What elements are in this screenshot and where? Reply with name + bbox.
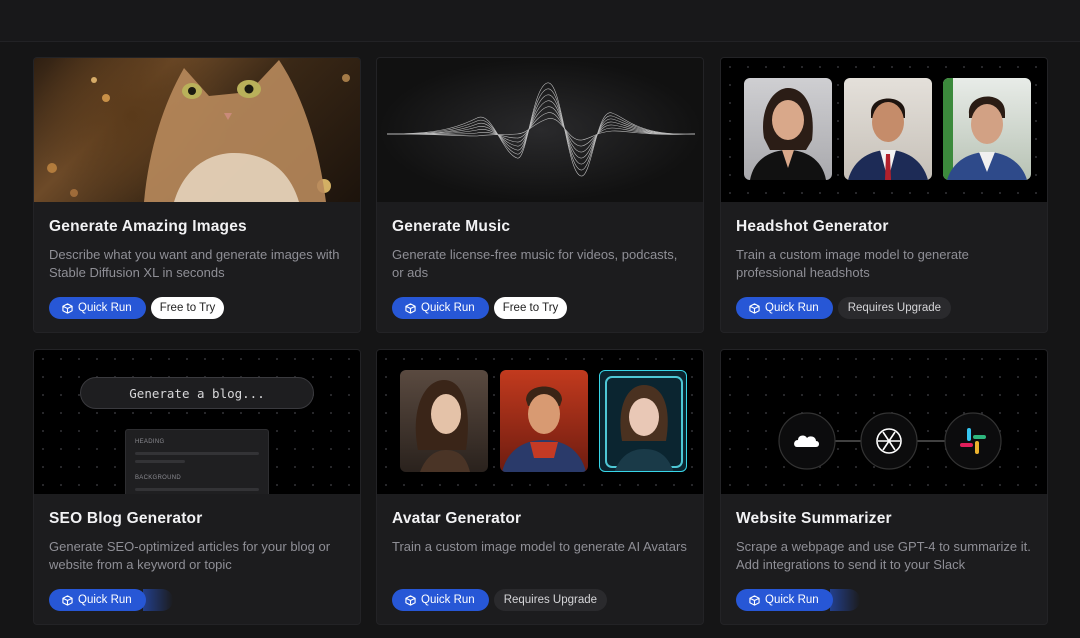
quick-run-button[interactable]: Quick Run xyxy=(736,297,833,319)
card-title: Generate Music xyxy=(392,218,511,235)
cube-icon xyxy=(405,594,416,606)
cat-image xyxy=(34,58,360,202)
top-bar xyxy=(0,0,1080,42)
free-to-try-badge: Free to Try xyxy=(493,297,568,319)
cube-icon xyxy=(749,302,760,314)
cube-icon xyxy=(62,594,73,606)
waveform-image xyxy=(377,58,703,202)
quick-run-label: Quick Run xyxy=(765,302,819,314)
outline-heading-label: HEADING xyxy=(135,439,165,445)
headshots-image xyxy=(721,58,1047,202)
quick-run-button[interactable]: Quick Run xyxy=(392,589,489,611)
quick-run-label: Quick Run xyxy=(421,594,475,606)
avatars-image xyxy=(377,350,703,494)
avatar-superhero xyxy=(500,370,588,472)
requires-upgrade-badge: Requires Upgrade xyxy=(493,589,608,611)
integrations-diagram xyxy=(721,350,1047,494)
quick-run-button[interactable]: Quick Run xyxy=(49,297,146,319)
cube-icon xyxy=(749,594,760,606)
cube-icon xyxy=(405,302,416,314)
card-avatar-generator[interactable]: Avatar Generator Train a custom image mo… xyxy=(376,349,704,625)
blog-outline-panel: HEADING BACKGROUND xyxy=(125,429,269,494)
card-description: Train a custom image model to generate p… xyxy=(736,247,969,280)
quick-run-label: Quick Run xyxy=(421,302,475,314)
free-to-try-badge: Free to Try xyxy=(150,297,225,319)
quick-run-label: Quick Run xyxy=(78,302,132,314)
quick-run-button[interactable]: Quick Run xyxy=(49,589,146,611)
card-title: Avatar Generator xyxy=(392,510,522,527)
headshot-woman xyxy=(744,78,832,180)
card-title: Generate Amazing Images xyxy=(49,218,247,235)
card-website-summarizer[interactable]: Website Summarizer Scrape a webpage and … xyxy=(720,349,1048,625)
blog-prompt-input: Generate a blog... xyxy=(80,377,314,409)
card-generate-music[interactable]: Generate Music Generate license-free mus… xyxy=(376,57,704,333)
card-description: Generate license-free music for videos, … xyxy=(392,247,678,280)
card-seo-blog-generator[interactable]: Generate a blog... HEADING BACKGROUND SE… xyxy=(33,349,361,625)
quick-run-label: Quick Run xyxy=(78,594,132,606)
blog-prompt-text: Generate a blog... xyxy=(129,385,265,401)
outline-background-label: BACKGROUND xyxy=(135,475,182,481)
cube-icon xyxy=(62,302,73,314)
requires-upgrade-badge: Requires Upgrade xyxy=(837,297,952,319)
card-description: Describe what you want and generate imag… xyxy=(49,247,340,280)
card-title: Headshot Generator xyxy=(736,218,889,235)
avatar-neon xyxy=(599,370,687,472)
card-title: Website Summarizer xyxy=(736,510,892,527)
card-description: Train a custom image model to generate A… xyxy=(392,539,687,554)
avatar-woman xyxy=(400,370,488,472)
button-glow xyxy=(143,589,173,611)
card-description: Generate SEO-optimized articles for your… xyxy=(49,539,331,572)
quick-run-label: Quick Run xyxy=(765,594,819,606)
card-headshot-generator[interactable]: Headshot Generator Train a custom image … xyxy=(720,57,1048,333)
card-generate-images[interactable]: Generate Amazing Images Describe what yo… xyxy=(33,57,361,333)
quick-run-button[interactable]: Quick Run xyxy=(392,297,489,319)
card-title: SEO Blog Generator xyxy=(49,510,203,527)
quick-run-button[interactable]: Quick Run xyxy=(736,589,833,611)
card-description: Scrape a webpage and use GPT-4 to summar… xyxy=(736,539,1031,572)
headshot-man-2 xyxy=(943,78,1031,180)
button-glow xyxy=(830,589,860,611)
headshot-man-1 xyxy=(844,78,932,180)
seo-preview: Generate a blog... HEADING BACKGROUND xyxy=(34,350,360,494)
